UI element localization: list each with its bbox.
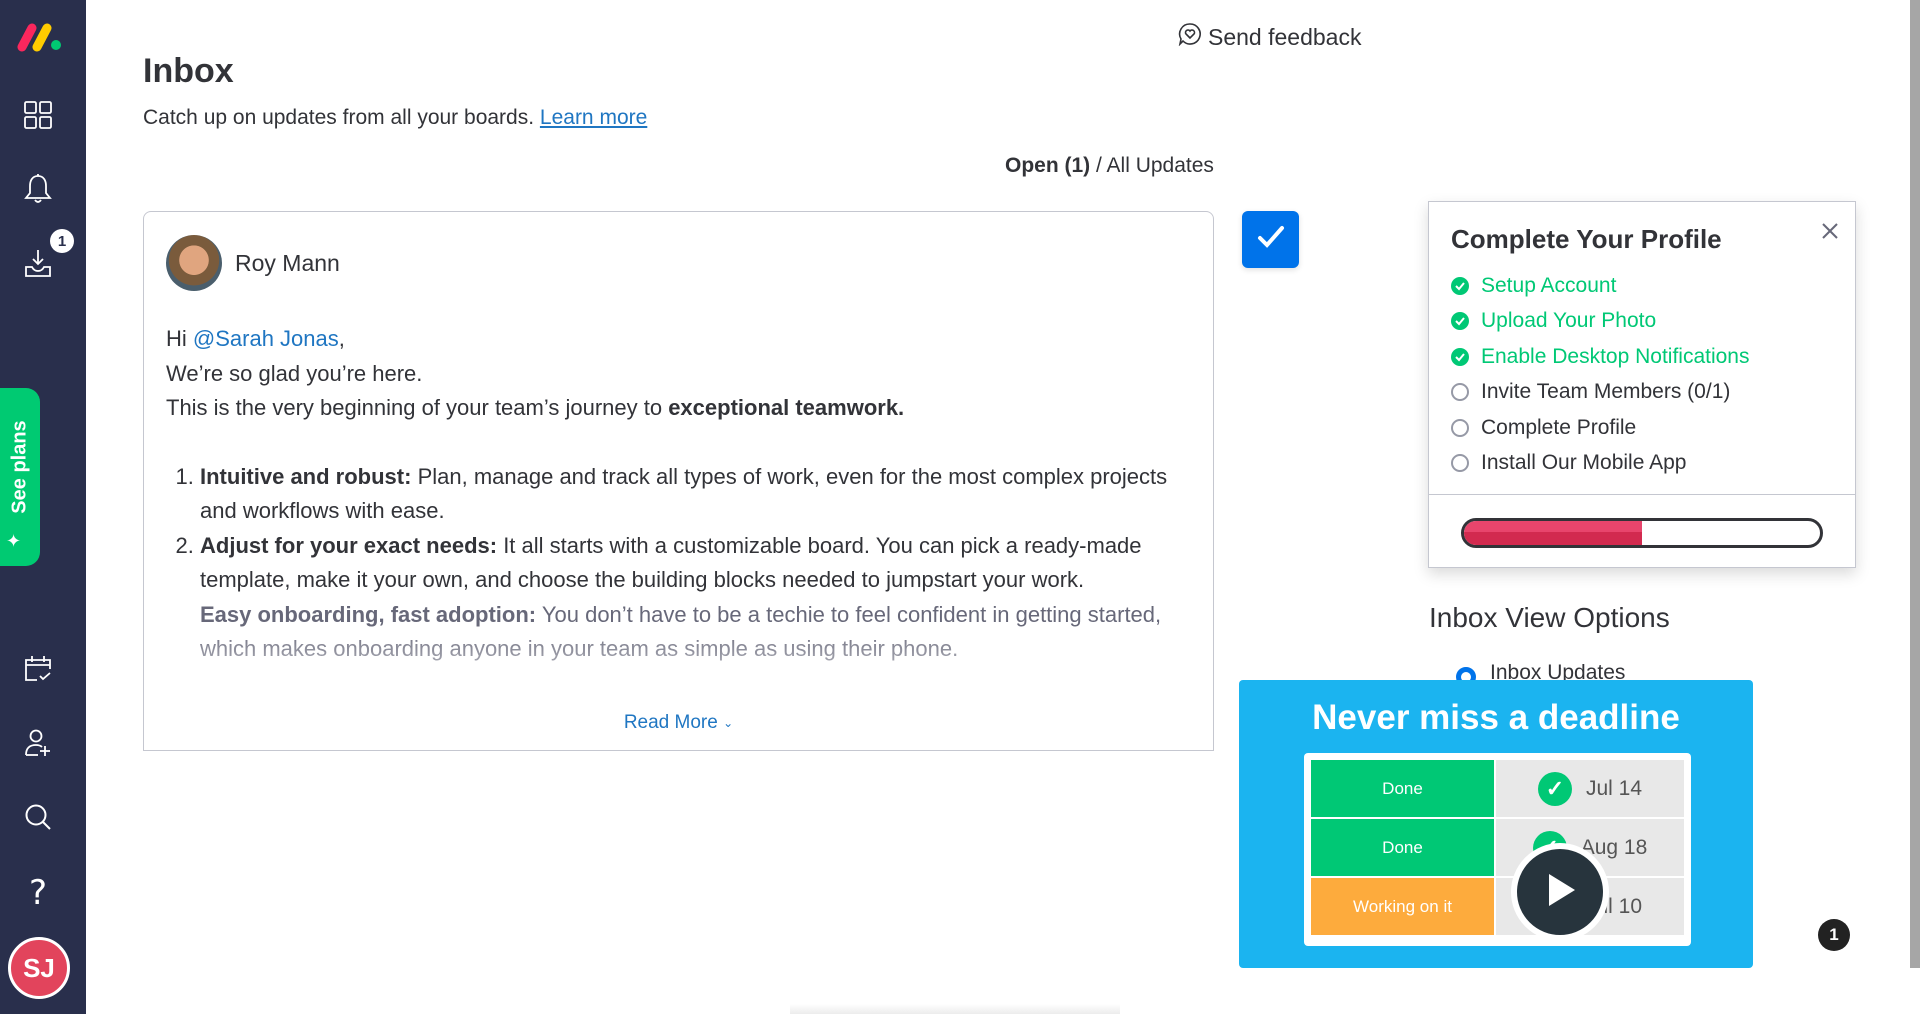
learn-more-link[interactable]: Learn more [540,106,647,129]
question-icon: ? [28,873,48,913]
body-line: This is the very beginning of your team’… [166,391,1186,426]
list-item-title: Intuitive and robust: [200,463,412,489]
filter-separator: / [1090,154,1107,177]
read-more-label: Read More [623,712,718,733]
check-circle-icon [1451,312,1469,331]
checklist-label: Enable Desktop Notifications [1481,344,1750,368]
sidebar-item-search[interactable] [20,801,56,837]
status-cell: Done [1311,819,1494,876]
date-label: Jul 14 [1585,776,1643,800]
chat-heart-icon [1178,22,1202,52]
checklist-label: Setup Account [1481,273,1617,297]
promo-board-preview: Done ✓ Jul 14 Done ✓Aug 18 Working on it … [1304,753,1691,946]
close-icon[interactable] [1817,218,1843,244]
chevron-down-icon: ⌄ [723,715,734,730]
author-name[interactable]: Roy Mann [235,250,340,277]
checklist-item[interactable]: Complete Profile [1451,410,1749,446]
checklist-item[interactable]: Install Our Mobile App [1451,446,1749,482]
checklist-item[interactable]: Invite Team Members (0/1) [1451,375,1749,411]
subtitle-text: Catch up on updates from all your boards… [143,106,535,129]
mention-link[interactable]: @Sarah Jonas [193,326,339,351]
body-line: We’re so glad you’re here. [166,360,423,386]
status-cell: Working on it [1311,878,1494,935]
page-title: Inbox [143,52,234,90]
search-icon [23,802,53,837]
promo-row: Done ✓Aug 18 [1311,819,1684,876]
check-circle-icon [1451,276,1469,295]
sidebar-item-invite-members[interactable] [20,727,56,763]
mark-as-read-button[interactable] [1242,211,1299,268]
sidebar: 1 See plans ✦ ? SJ [0,0,86,1014]
scrollbar[interactable] [1910,0,1920,968]
empty-circle-icon [1451,383,1469,402]
promo-row: Done ✓ Jul 14 [1311,760,1684,817]
list-item: Intuitive and robust: Plan, manage and t… [200,460,1186,529]
update-card: Roy Mann Hi @Sarah Jonas, We’re so glad … [143,211,1214,751]
list-item-title: Easy onboarding, fast adoption: [200,601,537,627]
checklist-label: Complete Profile [1481,415,1637,439]
video-promo[interactable]: Never miss a deadline Done ✓ Jul 14 Done … [1239,680,1753,968]
checklist-label: Install Our Mobile App [1481,451,1687,475]
greeting-prefix: Hi [166,326,193,351]
author-avatar[interactable] [166,235,222,291]
inbox-view-options-title: Inbox View Options [1429,602,1670,633]
page-subtitle: Catch up on updates from all your boards… [143,106,647,130]
complete-profile-panel: Complete Your Profile Setup Account Uplo… [1428,201,1856,568]
sidebar-item-help[interactable]: ? [20,873,56,913]
see-plans-button[interactable]: See plans ✦ [0,388,40,566]
play-button[interactable] [1511,843,1609,941]
checklist-label: Upload Your Photo [1481,309,1657,333]
send-feedback-label: Send feedback [1208,23,1362,50]
monday-logo[interactable] [16,22,66,52]
list-item: Adjust for your exact needs: It all star… [200,529,1186,598]
sidebar-item-workspaces[interactable] [20,99,56,135]
inbox-badge: 1 [50,229,74,253]
read-more-button[interactable]: Read More ⌄ [144,712,1213,734]
progress-fill [1464,521,1642,545]
checklist-item[interactable]: Upload Your Photo [1451,304,1749,340]
check-icon [1254,220,1288,259]
bell-icon [23,173,53,210]
user-avatar[interactable]: SJ [8,937,70,999]
send-feedback-button[interactable]: Send feedback [1178,22,1361,52]
sidebar-item-inbox[interactable] [20,248,56,284]
date-cell: ✓ Jul 14 [1496,760,1684,817]
greeting-line: Hi @Sarah Jonas, [166,322,1186,357]
empty-circle-icon [1451,418,1469,437]
notification-count-badge[interactable]: 1 [1818,919,1850,951]
promo-title: Never miss a deadline [1312,698,1680,737]
sparkle-icon: ✦ [6,531,22,551]
update-body: Hi @Sarah Jonas, We’re so glad you’re he… [166,322,1186,667]
feature-list: Intuitive and robust: Plan, manage and t… [166,460,1186,667]
profile-title: Complete Your Profile [1451,224,1722,254]
see-plans-label: See plans [8,420,31,514]
sidebar-item-my-work[interactable] [20,653,56,689]
filter-open[interactable]: Open (1) [1005,154,1090,177]
profile-checklist: Setup Account Upload Your Photo Enable D… [1451,268,1749,481]
bottom-shadow [790,1004,1120,1014]
calendar-check-icon [23,654,53,689]
greeting-suffix: , [338,326,345,351]
status-cell: Done [1311,760,1494,817]
list-item: Easy onboarding, fast adoption: You don’… [200,598,1186,667]
check-circle-icon: ✓ [1537,771,1572,806]
inbox-filter: Open (1) / All Updates [1005,154,1214,178]
divider [1429,494,1855,495]
promo-row: Working on it !Jul 10 [1311,878,1684,935]
filter-all-updates[interactable]: All Updates [1107,154,1214,177]
checklist-item[interactable]: Setup Account [1451,268,1749,304]
checklist-item[interactable]: Enable Desktop Notifications [1451,339,1749,375]
list-item-title: Adjust for your exact needs: [200,532,498,558]
body-bold: exceptional teamwork. [668,395,905,420]
grid-icon [23,100,53,135]
check-circle-icon [1451,347,1469,366]
play-icon [1543,872,1577,913]
inbox-download-icon [23,248,53,285]
body-text: This is the very beginning of your team’… [166,395,669,420]
sidebar-item-notifications[interactable] [20,173,56,209]
checklist-label: Invite Team Members (0/1) [1481,380,1731,404]
empty-circle-icon [1451,454,1469,473]
user-plus-icon [23,728,53,763]
profile-progress-bar [1461,518,1823,548]
